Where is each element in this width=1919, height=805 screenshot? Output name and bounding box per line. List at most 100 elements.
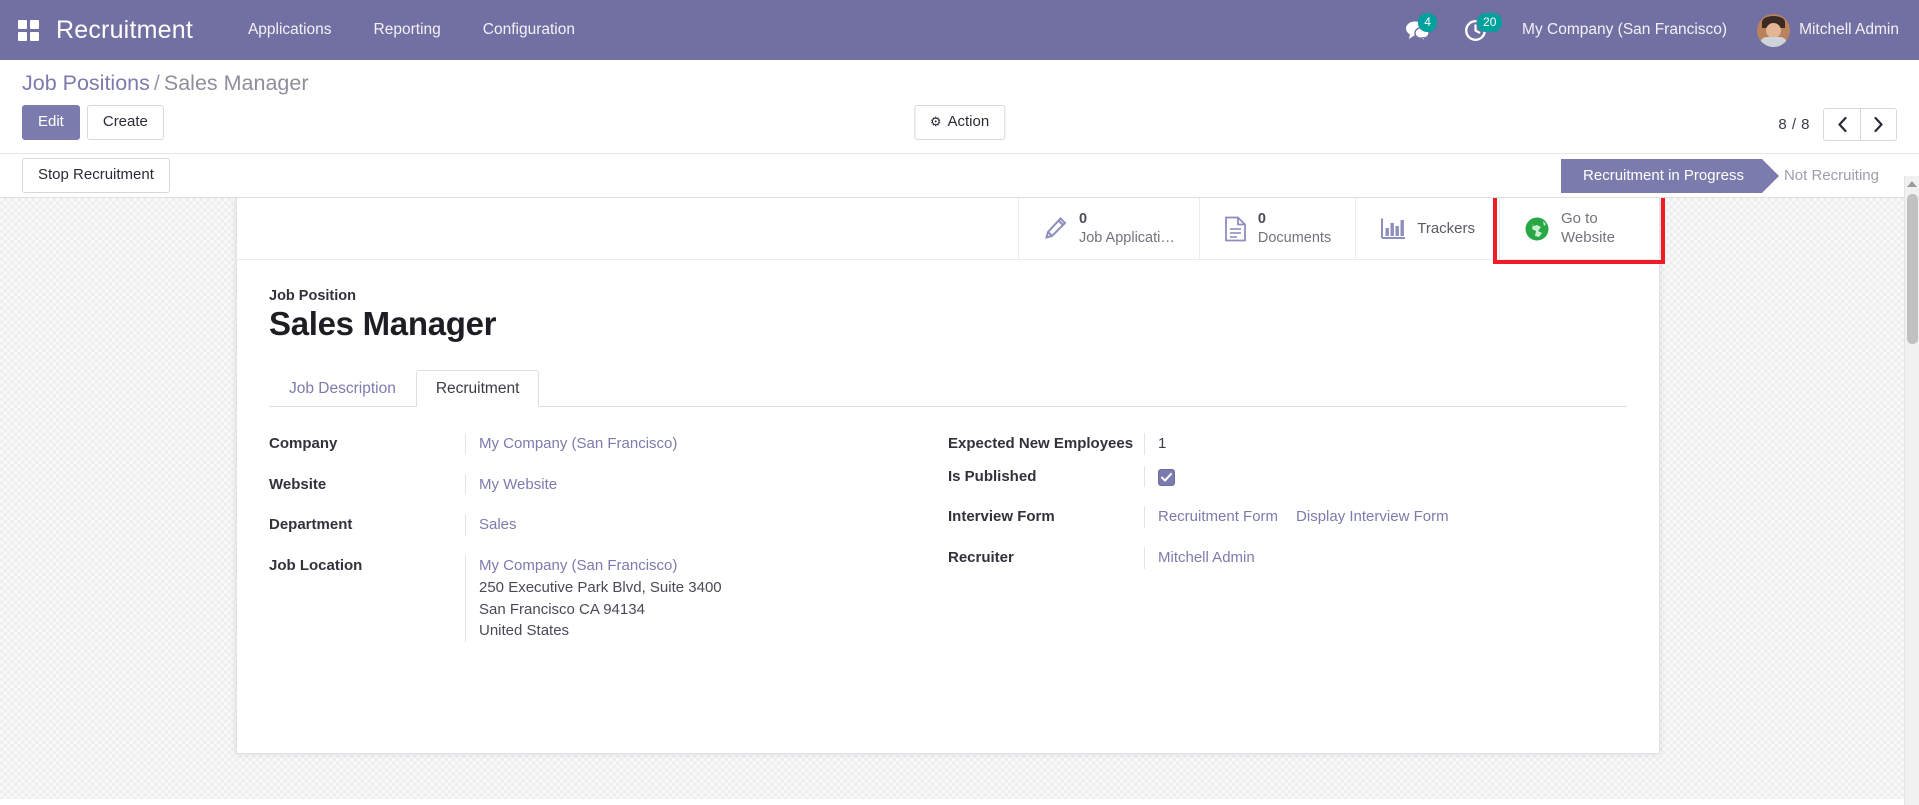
chevron-left-icon bbox=[1837, 117, 1847, 132]
grid-apps-icon bbox=[17, 19, 39, 41]
recruiter-value[interactable]: Mitchell Admin bbox=[1158, 549, 1255, 566]
field-website: Website My Website bbox=[269, 473, 908, 496]
interview-form-value-wrapper: Recruitment Form Display Interview Form bbox=[1144, 506, 1587, 529]
field-job-location: Job Location My Company (San Francisco) … bbox=[269, 555, 908, 643]
user-menu[interactable]: Mitchell Admin bbox=[1747, 13, 1905, 47]
control-panel: Job Positions / Sales Manager Edit Create … bbox=[0, 60, 1919, 154]
tab-job-description[interactable]: Job Description bbox=[269, 370, 416, 407]
company-label: Company bbox=[269, 434, 338, 452]
record-sheet: 0 Job Applicati… 0 Documents Trackers Go… bbox=[236, 198, 1660, 754]
menu-configuration[interactable]: Configuration bbox=[462, 21, 596, 39]
apps-menu-toggle[interactable] bbox=[0, 0, 56, 60]
field-expected-new-employees: Expected New Employees 1 bbox=[948, 432, 1587, 455]
form-view-background: 0 Job Applicati… 0 Documents Trackers Go… bbox=[0, 198, 1919, 799]
messages-menu[interactable]: 4 bbox=[1388, 0, 1447, 60]
company-value-wrapper: My Company (San Francisco) bbox=[465, 432, 908, 455]
job-position-title: Sales Manager bbox=[269, 305, 497, 342]
pencil-icon bbox=[1043, 216, 1068, 241]
documents-stat-button[interactable]: 0 Documents bbox=[1198, 198, 1355, 259]
go-to-website-button[interactable]: Go to Website bbox=[1499, 198, 1659, 259]
job-location-country: United States bbox=[479, 622, 570, 640]
job-location-name[interactable]: My Company (San Francisco) bbox=[479, 557, 677, 574]
display-interview-form-button[interactable]: Display Interview Form bbox=[1296, 506, 1449, 528]
globe-icon bbox=[1524, 216, 1550, 242]
recruiter-label: Recruiter bbox=[948, 549, 1014, 567]
action-button-label: Action bbox=[947, 113, 990, 130]
department-value[interactable]: Sales bbox=[479, 516, 517, 533]
field-company: Company My Company (San Francisco) bbox=[269, 432, 908, 455]
pager-buttons bbox=[1823, 108, 1897, 141]
job-applications-stat-text: 0 Job Applicati… bbox=[1079, 210, 1175, 247]
field-is-published: Is Published bbox=[948, 465, 1587, 488]
document-icon bbox=[1224, 216, 1247, 242]
job-position-label: Job Position bbox=[269, 288, 356, 304]
record-buttons: Edit Create bbox=[22, 105, 164, 140]
stop-recruitment-button[interactable]: Stop Recruitment bbox=[22, 158, 170, 193]
expected-new-employees-value[interactable]: 1 bbox=[1144, 432, 1587, 455]
form-body: Job Position Sales Manager Job Descripti… bbox=[237, 260, 1659, 676]
department-value-wrapper: Sales bbox=[465, 514, 908, 537]
job-location-street: 250 Executive Park Blvd, Suite 3400 bbox=[479, 578, 722, 596]
tab-recruitment[interactable]: Recruitment bbox=[415, 369, 540, 407]
vertical-scrollbar[interactable] bbox=[1904, 176, 1919, 805]
gear-icon: ⚙ bbox=[929, 114, 942, 130]
field-department: Department Sales bbox=[269, 514, 908, 537]
scrollbar-thumb[interactable] bbox=[1907, 194, 1918, 344]
stat-button-box: 0 Job Applicati… 0 Documents Trackers Go… bbox=[237, 198, 1659, 260]
create-button[interactable]: Create bbox=[86, 105, 164, 140]
stage-recruitment-in-progress[interactable]: Recruitment in Progress bbox=[1561, 158, 1779, 193]
app-brand-recruitment[interactable]: Recruitment bbox=[56, 16, 227, 45]
is-published-checkbox[interactable] bbox=[1158, 469, 1175, 487]
field-recruiter: Recruiter Mitchell Admin bbox=[948, 547, 1587, 569]
user-avatar bbox=[1757, 13, 1791, 47]
job-applications-stat-button[interactable]: 0 Job Applicati… bbox=[1017, 198, 1199, 259]
statusbar-action-buttons: Stop Recruitment bbox=[22, 158, 170, 193]
stage-not-recruiting[interactable]: Not Recruiting bbox=[1761, 158, 1897, 193]
documents-label: Documents bbox=[1257, 229, 1332, 246]
action-button[interactable]: ⚙ Action bbox=[913, 105, 1006, 140]
trackers-stat-button[interactable]: Trackers bbox=[1355, 198, 1499, 259]
status-stages: Recruitment in Progress Not Recruiting bbox=[1561, 158, 1897, 193]
website-value[interactable]: My Website bbox=[479, 476, 557, 493]
activity-menu[interactable]: 20 bbox=[1447, 0, 1504, 60]
breadcrumb-separator: / bbox=[153, 71, 160, 95]
job-location-value-wrapper: My Company (San Francisco) 250 Executive… bbox=[465, 555, 908, 643]
website-value-wrapper: My Website bbox=[465, 473, 908, 496]
record-title-block: Job Position Sales Manager bbox=[269, 288, 1627, 344]
company-switcher[interactable]: My Company (San Francisco) bbox=[1504, 21, 1747, 39]
user-name-label: Mitchell Admin bbox=[1799, 21, 1899, 38]
action-menu-wrapper: ⚙ Action bbox=[913, 105, 1006, 140]
top-navbar: Recruitment Applications Reporting Confi… bbox=[0, 0, 1919, 60]
bar-chart-icon bbox=[1380, 217, 1406, 240]
pager: 8 / 8 bbox=[1778, 105, 1897, 141]
activity-count-badge: 20 bbox=[1477, 13, 1503, 32]
chevron-right-icon bbox=[1874, 117, 1883, 132]
scroll-up-arrow[interactable] bbox=[1907, 181, 1917, 187]
field-interview-form: Interview Form Recruitment Form Display … bbox=[948, 506, 1587, 529]
control-panel-buttons-row: Edit Create ⚙ Action 8 / 8 bbox=[22, 105, 1897, 153]
menu-reporting[interactable]: Reporting bbox=[353, 21, 462, 39]
breadcrumb-job-positions[interactable]: Job Positions bbox=[22, 71, 150, 95]
pager-next-button[interactable] bbox=[1860, 108, 1897, 141]
website-label: Website bbox=[269, 475, 327, 493]
company-value[interactable]: My Company (San Francisco) bbox=[479, 435, 677, 452]
job-location-city: San Francisco CA 94134 bbox=[479, 600, 645, 618]
edit-button[interactable]: Edit bbox=[22, 105, 80, 140]
left-field-column: Company My Company (San Francisco) Websi… bbox=[269, 432, 948, 643]
expected-new-employees-label: Expected New Employees bbox=[948, 434, 1134, 452]
menu-applications[interactable]: Applications bbox=[227, 21, 353, 39]
recruitment-tab-content: Company My Company (San Francisco) Websi… bbox=[269, 407, 1627, 643]
is-published-label: Is Published bbox=[948, 467, 1037, 485]
job-location-label: Job Location bbox=[269, 557, 363, 575]
interview-form-value[interactable]: Recruitment Form bbox=[1158, 506, 1278, 528]
job-applications-label: Job Applicati… bbox=[1078, 229, 1175, 246]
breadcrumb-current: Sales Manager bbox=[163, 71, 309, 95]
is-published-value-wrapper bbox=[1144, 465, 1587, 488]
pager-count: 8 / 8 bbox=[1778, 116, 1810, 133]
navbar-right-tools: 4 20 My Company (San Francisco) Mitchell… bbox=[1388, 0, 1905, 60]
interview-form-label: Interview Form bbox=[948, 508, 1055, 526]
recruiter-value-wrapper: Mitchell Admin bbox=[1144, 547, 1587, 569]
documents-count: 0 bbox=[1257, 211, 1266, 228]
pager-previous-button[interactable] bbox=[1823, 108, 1860, 141]
check-icon bbox=[1161, 473, 1172, 482]
